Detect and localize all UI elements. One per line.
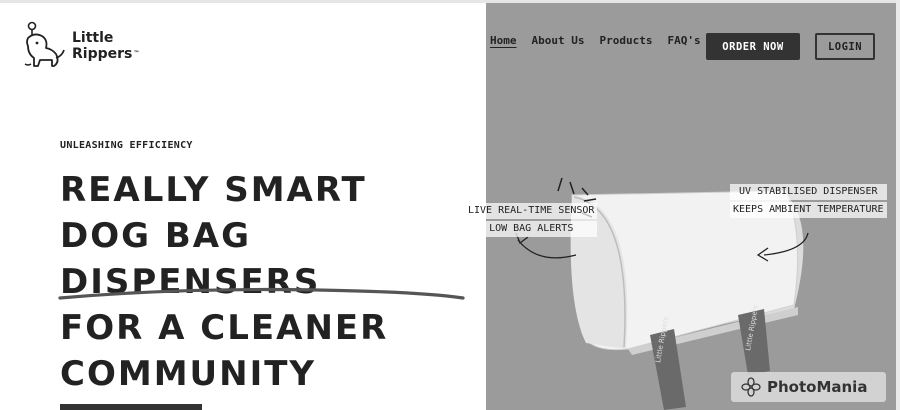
sensor-callout: LIVE REAL-TIME SENSOR LOW BAG ALERTS [465, 203, 598, 239]
brand-wordmark: Little Rippers ™ [72, 30, 139, 62]
brand-logo[interactable]: Little Rippers ™ [22, 20, 139, 72]
brand-name-line2: Rippers [72, 46, 133, 62]
uv-callout: UV STABILISED DISPENSER KEEPS AMBIENT TE… [730, 184, 887, 220]
dog-logo-icon [24, 21, 65, 67]
sensor-callout-line1: LIVE REAL-TIME SENSOR [465, 203, 598, 219]
photomania-watermark: PhotoMania [731, 372, 886, 402]
headline-line: COMMUNITY [60, 354, 317, 394]
flower-icon [741, 377, 761, 397]
page-edge [896, 0, 900, 410]
watermark-text: PhotoMania [767, 378, 868, 396]
hero-cta-partial[interactable] [60, 404, 202, 410]
headline-line: REALLY SMART [60, 170, 367, 210]
headline-line: FOR A CLEANER [60, 308, 389, 348]
hero-eyebrow: UNLEASHING EFFICIENCY [60, 140, 193, 151]
headline-line: DOG BAG [60, 216, 252, 256]
trademark-symbol: ™ [133, 50, 140, 57]
brand-name-line1: Little [72, 30, 114, 46]
uv-callout-line1: UV STABILISED DISPENSER [730, 184, 887, 200]
uv-callout-line2: KEEPS AMBIENT TEMPERATURE [730, 202, 887, 218]
underline-swoosh [58, 287, 465, 300]
sensor-callout-line2: LOW BAG ALERTS [465, 221, 598, 237]
